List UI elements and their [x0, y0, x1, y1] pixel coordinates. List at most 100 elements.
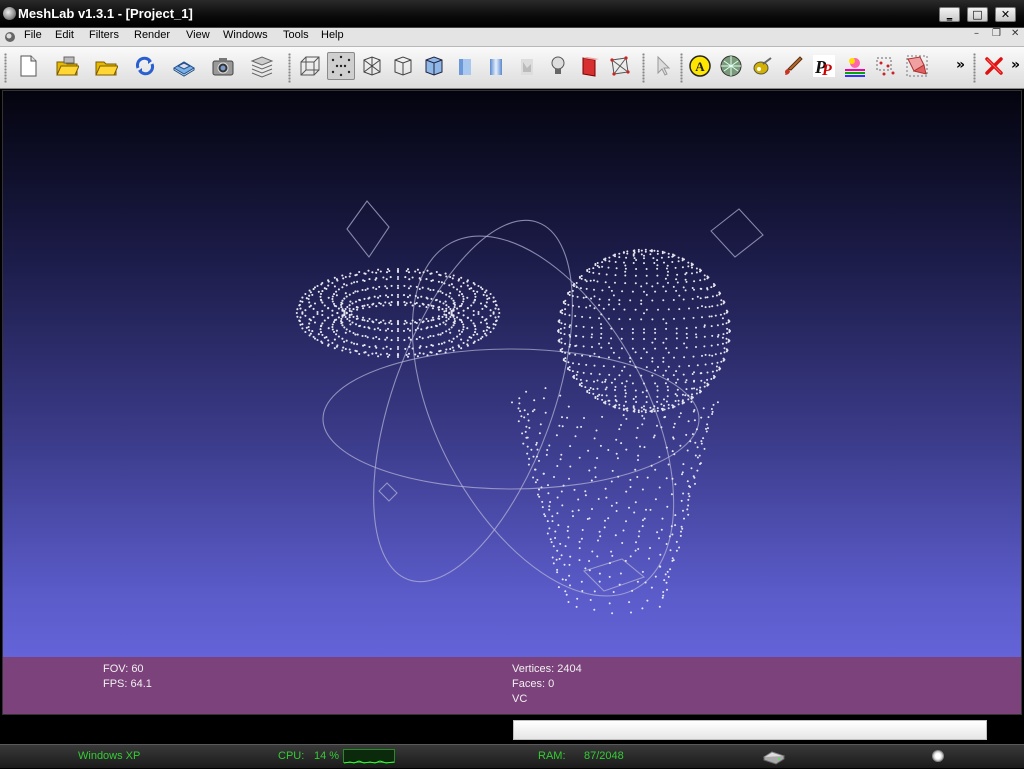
faces-readout: Faces: 0: [512, 678, 555, 690]
menu-windows[interactable]: Windows: [223, 29, 268, 41]
select-faces-icon: [906, 55, 928, 77]
title-bar: MeshLab v1.3.1 - [Project_1] ‗ □ ✕: [0, 0, 1024, 28]
menu-tools[interactable]: Tools: [283, 29, 309, 41]
menu-help[interactable]: Help: [321, 29, 344, 41]
import-mesh-icon: [95, 61, 118, 76]
double-side-lighting-button[interactable]: [575, 52, 603, 80]
select-tool-button[interactable]: [650, 52, 678, 80]
import-mesh-button[interactable]: [92, 52, 120, 80]
ram-value: 87/2048: [584, 750, 624, 762]
annotate-button[interactable]: A: [686, 52, 714, 80]
cpu-value: 14 %: [314, 750, 340, 762]
snapshot-button[interactable]: [209, 52, 237, 80]
toolbar-handle[interactable]: [642, 53, 645, 83]
main-toolbar: A PP » »: [0, 47, 1024, 89]
backface-culling-button[interactable]: [606, 52, 634, 80]
paint-button[interactable]: [779, 52, 807, 80]
minimize-icon: ‗: [946, 8, 953, 21]
color-correction-icon: [845, 58, 865, 77]
smooth-icon: [490, 59, 502, 75]
texture-icon: [521, 59, 533, 75]
mdi-minimize-button[interactable]: –: [974, 28, 979, 39]
hidden-lines-button[interactable]: [389, 52, 417, 80]
align-button[interactable]: [748, 52, 776, 80]
clock-icon[interactable]: [932, 750, 944, 762]
light-button[interactable]: [544, 52, 572, 80]
new-document-icon: [20, 55, 37, 77]
menu-render[interactable]: Render: [134, 29, 170, 41]
open-project-button[interactable]: [53, 52, 81, 80]
flat-lines-button[interactable]: [420, 52, 448, 80]
ram-label: RAM:: [538, 750, 566, 762]
close-button[interactable]: ✕: [995, 7, 1016, 22]
document-window-icon[interactable]: [4, 31, 16, 43]
toolbar-overflow-button[interactable]: »: [956, 57, 965, 73]
layers-button[interactable]: [248, 52, 276, 80]
texture-button[interactable]: [513, 52, 541, 80]
delete-button[interactable]: [980, 52, 1008, 80]
trackball-marker: [346, 200, 390, 258]
fov-readout: FOV: 60: [103, 663, 144, 675]
wireframe-icon: [363, 56, 381, 76]
vertices-readout: Vertices: 2404: [512, 663, 582, 675]
maximize-button[interactable]: □: [967, 7, 988, 22]
bounding-box-button[interactable]: [296, 52, 324, 80]
flat-icon: [459, 59, 471, 75]
toolbar-handle[interactable]: [973, 53, 976, 83]
os-label: Windows XP: [78, 750, 141, 762]
reload-button[interactable]: [131, 52, 159, 80]
light-icon: [551, 56, 565, 74]
cpu-graph: [343, 749, 395, 764]
smooth-button[interactable]: [482, 52, 510, 80]
fps-readout: FPS: 64.1: [103, 678, 152, 690]
menu-view[interactable]: View: [186, 29, 210, 41]
wireframe-button[interactable]: [358, 52, 386, 80]
flat-lines-icon: [425, 56, 443, 76]
points-button[interactable]: [327, 52, 355, 80]
toolbar-handle[interactable]: [680, 53, 683, 83]
reload-icon: [135, 56, 155, 76]
menu-edit[interactable]: Edit: [55, 29, 74, 41]
svg-text:P: P: [821, 62, 832, 78]
point-cloud-scene[interactable]: [3, 91, 1021, 657]
meshlab-app-icon[interactable]: [3, 7, 16, 20]
pick-points-icon: PP: [813, 55, 835, 78]
new-document-button[interactable]: [14, 52, 42, 80]
align-icon: [753, 57, 772, 75]
measure-icon: [720, 55, 742, 77]
paint-icon: [785, 56, 803, 75]
toolbar-overflow-button-2[interactable]: »: [1011, 57, 1020, 73]
layers-icon: [250, 56, 274, 78]
3d-viewport[interactable]: FOV: 60 FPS: 64.1 Vertices: 2404 Faces: …: [2, 90, 1022, 715]
trackball-marker: [378, 482, 398, 502]
mdi-restore-button[interactable]: ❐: [992, 28, 1001, 39]
open-project-icon: [56, 56, 79, 76]
pick-points-button[interactable]: PP: [810, 52, 838, 80]
hard-drive-icon[interactable]: [762, 749, 786, 765]
close-icon: ✕: [1000, 8, 1011, 21]
select-faces-button[interactable]: [903, 52, 931, 80]
backface-culling-icon: [610, 56, 630, 76]
select-vertices-icon: [876, 57, 895, 76]
toolbar-handle[interactable]: [4, 53, 7, 83]
flat-button[interactable]: [451, 52, 479, 80]
trackball-marker: [710, 208, 764, 258]
mdi-close-button[interactable]: ✕: [1011, 28, 1019, 39]
menu-filters[interactable]: Filters: [89, 29, 119, 41]
select-vertices-button[interactable]: [872, 52, 900, 80]
color-correction-button[interactable]: [841, 52, 869, 80]
window-title: MeshLab v1.3.1 - [Project_1]: [18, 6, 193, 21]
measure-button[interactable]: [717, 52, 745, 80]
svg-text:A: A: [695, 59, 705, 74]
toolbar-handle[interactable]: [288, 53, 291, 83]
maximize-icon: □: [972, 8, 983, 21]
menu-file[interactable]: File: [24, 29, 42, 41]
trackball-ring-vertical: [411, 235, 675, 597]
delete-icon: [985, 57, 1003, 75]
double-side-lighting-icon: [582, 57, 599, 77]
trackball-ring-front: [373, 219, 573, 583]
trackball-ring-horizontal: [322, 348, 700, 490]
save-button[interactable]: [170, 52, 198, 80]
annotate-icon: A: [689, 55, 711, 77]
minimize-button[interactable]: ‗: [939, 7, 960, 22]
